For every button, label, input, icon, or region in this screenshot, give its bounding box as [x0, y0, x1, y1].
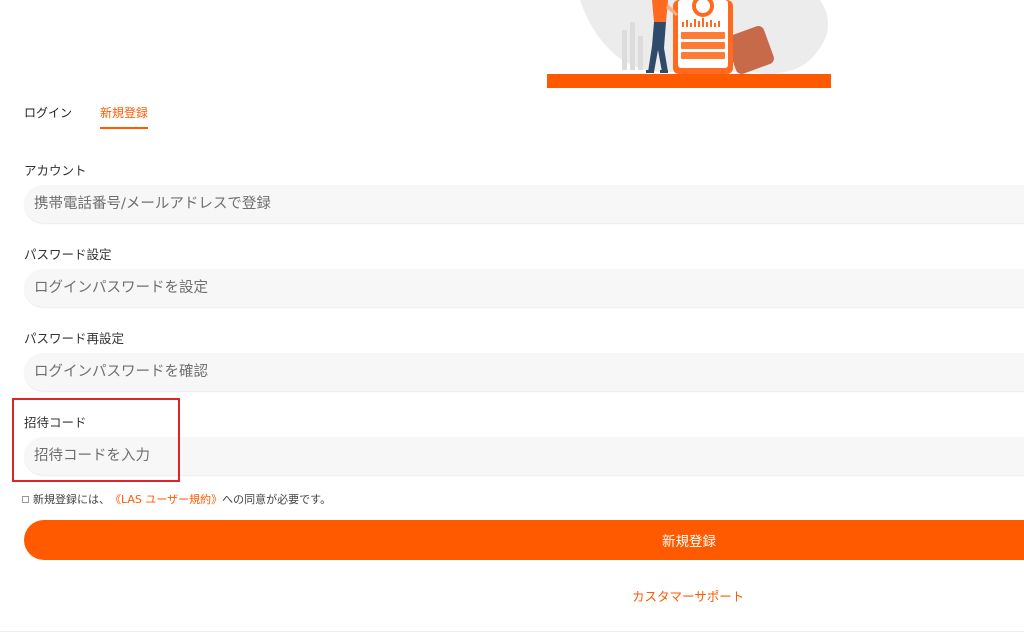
tab-login[interactable]: ログイン [24, 104, 72, 129]
tab-register[interactable]: 新規登録 [100, 104, 149, 129]
password-confirm-label: パスワード再設定 [24, 331, 125, 346]
agreement-checkbox[interactable] [22, 495, 29, 503]
agreement-prefix: 新規登録には、 [33, 493, 110, 506]
account-input[interactable] [24, 185, 1024, 223]
password-input[interactable] [24, 269, 1024, 307]
divider [0, 631, 1024, 632]
phone-illustration-icon [547, 0, 831, 88]
register-button[interactable]: 新規登録 [24, 520, 1024, 560]
terms-link[interactable]: 《LAS ユーザー規約》 [110, 491, 222, 507]
register-page: ログイン 新規登録 アカウント パスワード設定 パスワード再設定 招待コード 新… [0, 0, 1024, 633]
agreement-suffix: への同意が必要です。 [222, 493, 332, 506]
auth-tabs: ログイン 新規登録 [24, 104, 149, 129]
customer-support-link[interactable]: カスタマーサポート [632, 586, 744, 605]
agreement-text: 新規登録には、 《LAS ユーザー規約》 への同意が必要です。 [22, 491, 331, 507]
invite-code-highlight [12, 398, 180, 482]
password-label: パスワード設定 [24, 247, 112, 262]
password-confirm-input[interactable] [24, 353, 1024, 391]
account-label: アカウント [24, 163, 87, 178]
hero-illustration [540, 0, 840, 92]
